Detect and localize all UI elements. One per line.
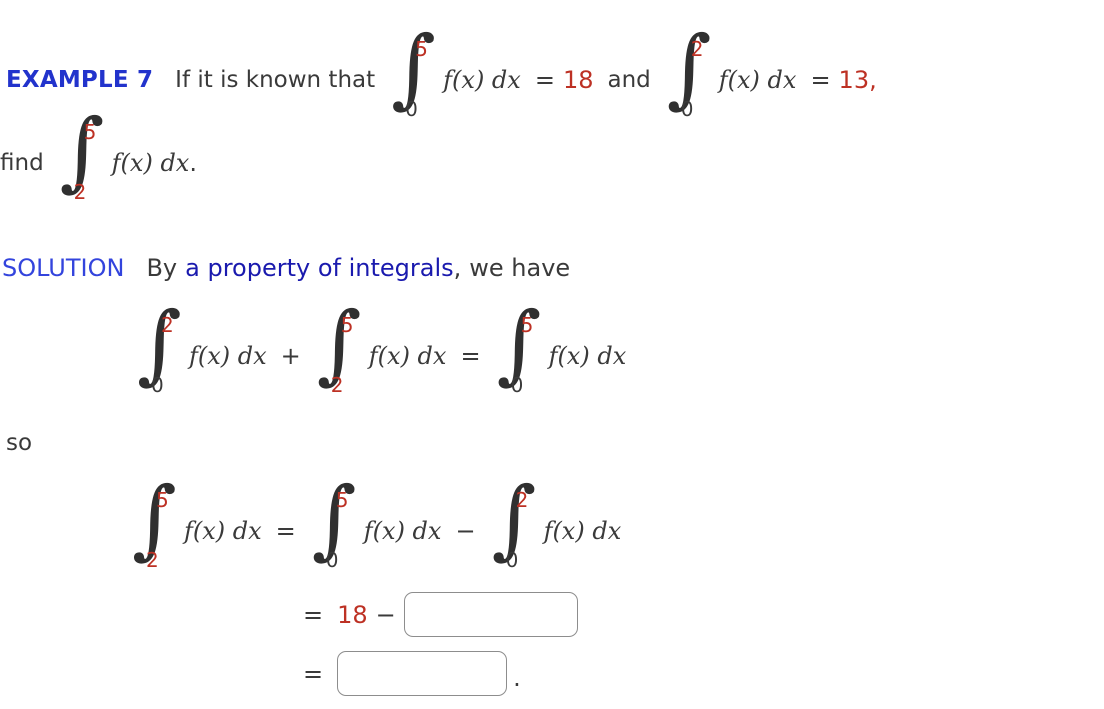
integral-lower-limit: 2 (330, 373, 344, 397)
integrand-expression: f(x) dx (443, 66, 521, 94)
integral-upper-limit: 5 (83, 120, 97, 144)
answer-input-subtrahend[interactable] (403, 592, 578, 637)
integral-upper-limit: 2 (515, 488, 529, 512)
integrand-expression: f(x) dx (368, 342, 447, 370)
integrand-expression: f(x) dx (548, 342, 627, 370)
integral-0-to-5: ∫ 5 0 (310, 476, 357, 574)
integral-2-to-5: ∫ 5 2 (130, 476, 177, 574)
find-word: find (0, 150, 44, 176)
integral-0-to-2: ∫ 2 0 (490, 476, 537, 574)
integral-upper-limit: 5 (520, 313, 534, 337)
example-label: EXAMPLE 7 (6, 67, 154, 93)
equals-sign: = (303, 659, 324, 688)
final-answer-row: = . (303, 651, 521, 696)
integral-upper-limit: 5 (415, 37, 428, 61)
integral-lower-limit: 0 (151, 373, 164, 397)
integral-2-to-5: ∫ 5 2 (315, 301, 362, 399)
equals-sign: = (303, 600, 324, 629)
integral-upper-limit: 2 (161, 313, 174, 337)
integral-lower-limit: 2 (73, 180, 87, 204)
equals-sign: = (275, 517, 296, 545)
integrand-expression: f(x) dx (111, 149, 190, 177)
rearranged-identity-row: ∫ 5 2 f(x) dx = ∫ 5 0 f(x) dx − ∫ 2 0 f(… (130, 476, 622, 574)
trailing-comma: , (869, 66, 877, 94)
integral-upper-limit: 5 (156, 488, 169, 512)
minus-sign: − (455, 517, 476, 545)
integral-0-to-2: ∫ 2 0 (665, 25, 712, 123)
substitution-step-row: = 18 − (303, 592, 578, 637)
integral-lower-limit: 0 (325, 548, 339, 572)
equals-sign: = (534, 66, 555, 94)
trailing-period: . (513, 664, 521, 692)
link-comma: , (453, 254, 462, 282)
minus-sign: − (375, 600, 396, 629)
integral-0-to-5: ∫ 5 0 (495, 301, 542, 399)
given-value-18: 18 (562, 66, 594, 94)
exercise-page: { "colors": { "example_blue": "#2233cc",… (0, 0, 1104, 709)
integral-lower-limit: 0 (680, 97, 694, 121)
integral-lower-limit: 2 (146, 548, 159, 572)
integral-lower-limit: 0 (405, 97, 418, 121)
plus-sign: + (280, 342, 301, 370)
find-statement-row: find ∫ 5 2 f(x) dx . (0, 108, 197, 206)
so-word: so (6, 430, 33, 456)
given-value-13: 13 (838, 66, 870, 94)
integrand-expression: f(x) dx (543, 517, 622, 545)
solution-intro-row: SOLUTION By a property of integrals , we… (2, 254, 570, 282)
solution-label: SOLUTION (2, 254, 125, 282)
we-have-text: we have (469, 254, 571, 282)
known-value-18: 18 (337, 600, 368, 629)
integrand-expression: f(x) dx (189, 342, 267, 370)
integrand-expression: f(x) dx (184, 517, 262, 545)
trailing-period: . (189, 149, 197, 177)
answer-input-result[interactable] (337, 651, 508, 696)
so-connector-row: so (6, 430, 32, 456)
integral-0-to-2: ∫ 2 0 (135, 301, 182, 399)
intro-text: If it is known that (175, 67, 376, 93)
integral-upper-limit: 5 (340, 313, 354, 337)
integral-upper-limit: 5 (335, 488, 349, 512)
integral-lower-limit: 0 (510, 373, 524, 397)
by-word: By (146, 254, 178, 282)
equals-sign: = (460, 342, 481, 370)
example-statement-row: EXAMPLE 7 If it is known that ∫ 5 0 f(x)… (6, 25, 877, 123)
integral-lower-limit: 0 (505, 548, 519, 572)
integral-upper-limit: 2 (690, 37, 704, 61)
integrand-expression: f(x) dx (718, 66, 797, 94)
conjunction-and: and (607, 67, 651, 93)
integral-2-to-5: ∫ 5 2 (58, 108, 105, 206)
equals-sign: = (810, 66, 831, 94)
additivity-identity-row: ∫ 2 0 f(x) dx + ∫ 5 2 f(x) dx = ∫ 5 0 f(… (135, 301, 627, 399)
property-of-integrals-link[interactable]: a property of integrals (185, 254, 454, 282)
integrand-expression: f(x) dx (363, 517, 442, 545)
integral-0-to-5: ∫ 5 0 (389, 25, 436, 123)
